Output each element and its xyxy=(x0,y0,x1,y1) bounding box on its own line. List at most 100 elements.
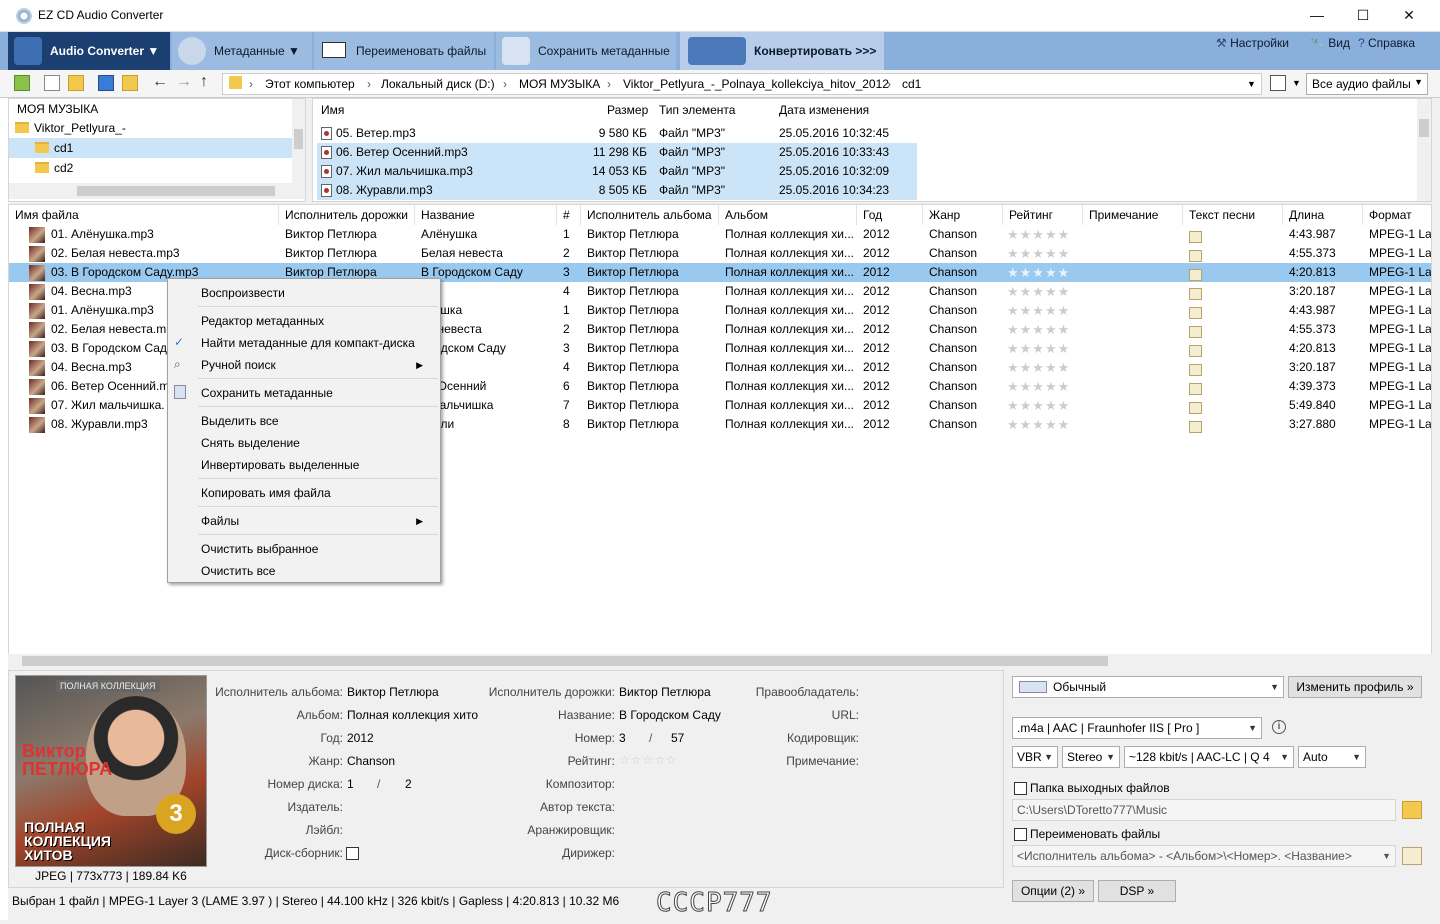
menu-copy-filename[interactable]: Копировать имя файла xyxy=(201,482,331,504)
col-type[interactable]: Тип элемента xyxy=(659,103,735,117)
grid-column-header[interactable]: Название xyxy=(415,205,557,225)
disc-number-field[interactable]: 1 xyxy=(347,777,354,791)
output-folder-input[interactable]: C:\Users\DToretto777\Music xyxy=(1012,799,1396,821)
grid-column-header[interactable]: Исполнитель альбома xyxy=(581,205,719,225)
rating-stars[interactable]: ☆☆☆☆☆ xyxy=(619,753,678,767)
track-artist-field[interactable]: Виктор Петлюра xyxy=(619,685,711,699)
metadata-menu[interactable]: Метаданные ▼ xyxy=(172,32,312,70)
grid-hscroll-thumb[interactable] xyxy=(22,656,1108,666)
edit-pattern-icon[interactable] xyxy=(1402,847,1422,865)
breadcrumb[interactable]: › Этот компьютер › Локальный диск (D:) ›… xyxy=(222,73,1262,95)
menu-select-all[interactable]: Выделить все xyxy=(201,410,279,432)
tree-vscroll-thumb[interactable] xyxy=(294,129,303,149)
album-cover[interactable]: ПОЛНАЯ КОЛЛЕКЦИЯ Виктор ПЕТЛЮРА 3 ПОЛНАЯ… xyxy=(15,675,207,867)
compilation-checkbox[interactable] xyxy=(346,847,359,860)
home-icon[interactable] xyxy=(14,75,30,91)
menu-metadata-editor[interactable]: Редактор метаданных xyxy=(201,310,324,332)
tree-album-folder[interactable]: Viktor_Petlyura_-_Polnaya_kollekciya_hit… xyxy=(15,118,295,155)
save-metadata-button[interactable]: Сохранить метаданные xyxy=(496,32,676,70)
rename-files-checkbox[interactable] xyxy=(1014,828,1027,841)
add-folder-icon[interactable] xyxy=(68,75,84,91)
menu-find-cd-metadata[interactable]: Найти метаданные для компакт-диска xyxy=(201,332,415,354)
grid-column-header[interactable]: Жанр xyxy=(923,205,1003,225)
rating-stars[interactable]: ★★★★★ xyxy=(1007,244,1070,263)
grid-column-header[interactable]: Текст песни xyxy=(1183,205,1283,225)
title-field[interactable]: В Городском Саду xyxy=(619,708,721,722)
file-list-row[interactable]: 05. Ветер.mp3 9 580 КБ Файл "MP3" 25.05.201… xyxy=(317,124,917,143)
rating-stars[interactable]: ★★★★★ xyxy=(1007,301,1070,320)
col-size[interactable]: Размер xyxy=(607,103,648,117)
channels-select[interactable]: Stereo ▼ xyxy=(1062,746,1120,768)
files-vscrollbar[interactable] xyxy=(1417,99,1431,201)
menu-clear-selected[interactable]: Очистить выбранное xyxy=(201,538,318,560)
track-number-field[interactable]: 3 xyxy=(619,731,626,745)
lyrics-icon[interactable] xyxy=(1189,418,1202,437)
forward-arrow-icon[interactable]: → xyxy=(176,74,192,91)
file-list-row[interactable]: 08. Журавли.mp3 8 505 КБ Файл "MP3" 25.05.2… xyxy=(317,181,917,200)
codec-select[interactable]: .m4a | AAC | Fraunhofer IIS [ Pro ] ▼ xyxy=(1012,717,1262,739)
samplerate-select[interactable]: Auto ▼ xyxy=(1298,746,1366,768)
tree-hscrollbar[interactable] xyxy=(9,183,305,199)
grid-column-header[interactable]: Год xyxy=(857,205,923,225)
menu-deselect[interactable]: Снять выделение xyxy=(201,432,300,454)
crumb-this-pc[interactable]: Этот компьютер xyxy=(265,77,355,91)
menu-manual-search[interactable]: Ручной поиск ▶ xyxy=(201,354,433,376)
tree-item-cd1[interactable]: cd1 xyxy=(9,138,293,158)
music-folder-icon[interactable] xyxy=(122,75,138,91)
menu-play[interactable]: Воспроизвести xyxy=(201,282,285,304)
rating-stars[interactable]: ★★★★★ xyxy=(1007,377,1070,396)
menu-invert-selection[interactable]: Инвертировать выделенные xyxy=(201,454,359,476)
browse-folder-icon[interactable] xyxy=(1402,801,1422,819)
grid-column-header[interactable]: # xyxy=(557,205,581,225)
crumb-drive[interactable]: Локальный диск (D:) xyxy=(381,77,495,91)
rating-stars[interactable]: ★★★★★ xyxy=(1007,339,1070,358)
grid-column-header[interactable]: Длина xyxy=(1283,205,1363,225)
grid-column-header[interactable]: Примечание xyxy=(1083,205,1183,225)
genre-field[interactable]: Chanson xyxy=(347,754,395,768)
grid-column-header[interactable]: Формат xyxy=(1363,205,1431,225)
menu-files[interactable]: Файлы ▶ xyxy=(201,510,433,532)
disc-total-field[interactable]: 2 xyxy=(405,777,412,791)
dsp-button[interactable]: DSP » xyxy=(1098,880,1176,902)
add-file-icon[interactable] xyxy=(44,75,60,91)
view-mode-icon[interactable] xyxy=(1270,75,1286,91)
rating-stars[interactable]: ★★★★★ xyxy=(1007,320,1070,339)
rating-stars[interactable]: ★★★★★ xyxy=(1007,282,1070,301)
menu-save-metadata[interactable]: Сохранить метаданные xyxy=(201,382,333,404)
file-list-row[interactable]: 07. Жил мальчишка.mp3 14 053 КБ Файл "MP3"… xyxy=(317,162,917,181)
track-row[interactable]: 01. Алёнушка.mp3 Виктор Петлюра Алёнушка 1 В… xyxy=(9,225,1431,244)
grid-column-header[interactable]: Исполнитель дорожки xyxy=(279,205,415,225)
tree-root[interactable]: МОЯ МУЗЫКА xyxy=(17,99,98,119)
tree-hscroll-thumb[interactable] xyxy=(77,186,275,196)
view-link[interactable]: 🔧 Вид xyxy=(1310,32,1350,70)
convert-button[interactable]: Конвертировать >>> xyxy=(680,32,884,70)
vbr-select[interactable]: VBR ▼ xyxy=(1012,746,1058,768)
back-arrow-icon[interactable]: ← xyxy=(152,74,168,91)
crumb-music[interactable]: МОЯ МУЗЫКА xyxy=(519,77,600,91)
year-field[interactable]: 2012 xyxy=(347,731,374,745)
maximize-button[interactable]: ☐ xyxy=(1340,0,1386,30)
track-row[interactable]: 02. Белая невеста.mp3 Виктор Петлюра Белая… xyxy=(9,244,1431,263)
rating-stars[interactable]: ★★★★★ xyxy=(1007,396,1070,415)
quality-select[interactable]: ~128 kbit/s | AAC-LC | Q 4 ▼ xyxy=(1124,746,1294,768)
album-artist-field[interactable]: Виктор Петлюра xyxy=(347,685,439,699)
rating-stars[interactable]: ★★★★★ xyxy=(1007,358,1070,377)
minimize-button[interactable]: — xyxy=(1294,0,1340,30)
file-list-row[interactable]: 06. Ветер Осенний.mp3 11 298 КБ Файл "MP3"… xyxy=(317,143,917,162)
tree-item-cd2[interactable]: cd2 xyxy=(35,158,73,178)
options-button[interactable]: Опции (2) » xyxy=(1012,880,1094,902)
output-folder-checkbox[interactable] xyxy=(1014,782,1027,795)
col-name[interactable]: Имя xyxy=(321,103,344,117)
up-arrow-icon[interactable]: ↑ xyxy=(200,74,216,91)
computer-icon[interactable] xyxy=(98,75,114,91)
rename-files-button[interactable]: Переименовать файлы xyxy=(314,32,494,70)
rating-stars[interactable]: ★★★★★ xyxy=(1007,415,1070,434)
files-vscroll-thumb[interactable] xyxy=(1419,119,1429,137)
audio-converter-tab[interactable]: Audio Converter ▼ xyxy=(8,32,170,70)
grid-column-header[interactable]: Имя файла xyxy=(9,205,279,225)
rating-stars[interactable]: ★★★★★ xyxy=(1007,225,1070,244)
track-total-field[interactable]: 57 xyxy=(671,731,684,745)
rename-pattern-input[interactable]: <Исполнитель альбома> - <Альбом>\<Номер>… xyxy=(1012,845,1396,867)
file-type-filter[interactable]: Все аудио файлы ▼ xyxy=(1306,73,1428,95)
tree-vscrollbar[interactable] xyxy=(292,99,305,183)
